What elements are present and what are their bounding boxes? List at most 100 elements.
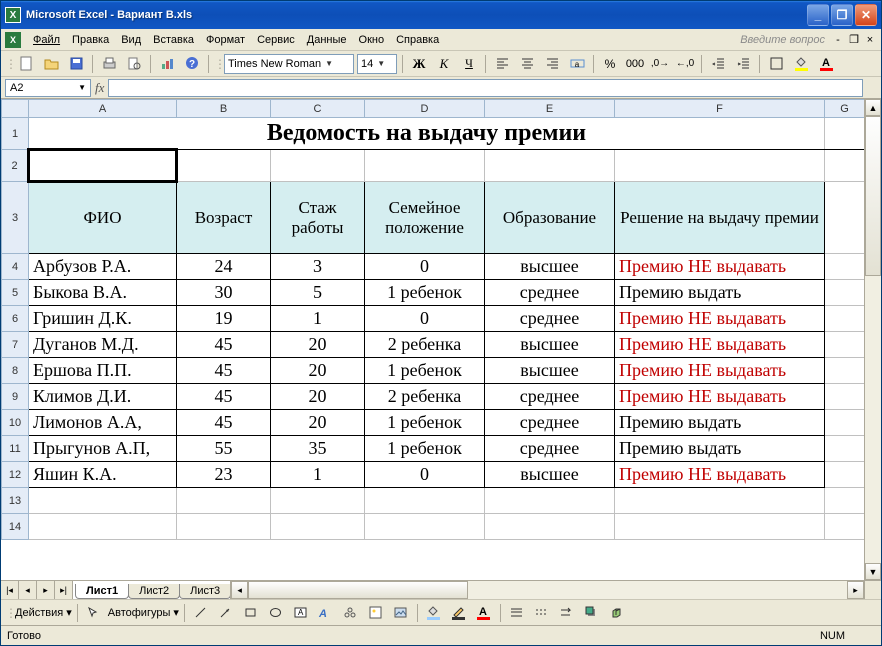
scroll-thumb[interactable] xyxy=(248,581,468,599)
cell-family[interactable]: 1 ребенок xyxy=(365,410,485,436)
cell-tenure[interactable]: 20 xyxy=(271,410,365,436)
new-button[interactable] xyxy=(15,53,37,75)
titlebar[interactable]: X Microsoft Excel - Вариант B.xls _ ❐ ✕ xyxy=(1,1,881,29)
arrow-style-button[interactable] xyxy=(556,602,578,624)
cell-age[interactable]: 24 xyxy=(177,254,271,280)
col-header[interactable]: A xyxy=(29,100,177,118)
row-header[interactable]: 10 xyxy=(2,410,29,436)
merge-center-button[interactable]: a xyxy=(566,53,588,75)
cell-fio[interactable]: Дуганов М.Д. xyxy=(29,332,177,358)
cell-decision[interactable]: Премию НЕ выдавать xyxy=(615,254,825,280)
cell-age[interactable]: 23 xyxy=(177,462,271,488)
cell-fio[interactable]: Климов Д.И. xyxy=(29,384,177,410)
3d-button[interactable] xyxy=(606,602,628,624)
row-header[interactable]: 7 xyxy=(2,332,29,358)
vertical-scrollbar[interactable]: ▲ ▼ xyxy=(864,99,881,580)
row-header[interactable]: 5 xyxy=(2,280,29,306)
decrease-indent-button[interactable] xyxy=(707,53,729,75)
row-header[interactable]: 6 xyxy=(2,306,29,332)
select-objects-button[interactable] xyxy=(83,602,105,624)
row-header[interactable]: 9 xyxy=(2,384,29,410)
print-button[interactable] xyxy=(98,53,120,75)
col-header[interactable]: B xyxy=(177,100,271,118)
align-right-button[interactable] xyxy=(541,53,563,75)
diagram-button[interactable] xyxy=(340,602,362,624)
header-fio[interactable]: ФИО xyxy=(29,182,177,254)
spreadsheet-grid[interactable]: A B C D E F G 1 Ведомость на выдачу прем… xyxy=(1,99,864,540)
fx-icon[interactable]: fx xyxy=(95,80,104,96)
align-center-button[interactable] xyxy=(516,53,538,75)
increase-decimal-button[interactable]: ,0→ xyxy=(649,53,671,75)
maximize-button[interactable]: ❐ xyxy=(831,4,853,26)
chart-button[interactable] xyxy=(156,53,178,75)
col-header[interactable]: C xyxy=(271,100,365,118)
row-header[interactable]: 4 xyxy=(2,254,29,280)
sheet-tab-1[interactable]: Лист1 xyxy=(75,584,129,599)
row-header[interactable]: 3 xyxy=(2,182,29,254)
cell-age[interactable]: 55 xyxy=(177,436,271,462)
scroll-left-button[interactable]: ◂ xyxy=(231,581,248,599)
cell-family[interactable]: 0 xyxy=(365,254,485,280)
font-size-combo[interactable]: 14▼ xyxy=(357,54,397,74)
cell-decision[interactable]: Премию НЕ выдавать xyxy=(615,332,825,358)
cell-age[interactable]: 45 xyxy=(177,358,271,384)
font-color-button[interactable]: A xyxy=(473,602,495,624)
cell-fio[interactable]: Лимонов А.А, xyxy=(29,410,177,436)
sheet-title-cell[interactable]: Ведомость на выдачу премии xyxy=(29,118,825,150)
open-button[interactable] xyxy=(40,53,62,75)
cell-decision[interactable]: Премию НЕ выдавать xyxy=(615,358,825,384)
wordart-button[interactable]: A xyxy=(315,602,337,624)
menu-tools[interactable]: Сервис xyxy=(251,32,301,48)
menu-edit[interactable]: Правка xyxy=(66,32,115,48)
col-header[interactable]: F xyxy=(615,100,825,118)
fill-color-button[interactable] xyxy=(790,53,812,75)
tab-nav-prev[interactable]: ◂ xyxy=(19,581,37,599)
close-button[interactable]: ✕ xyxy=(855,4,877,26)
line-button[interactable] xyxy=(190,602,212,624)
cell-fio[interactable]: Быкова В.А. xyxy=(29,280,177,306)
horizontal-scrollbar[interactable]: ◂ ▸ xyxy=(230,581,864,599)
picture-button[interactable] xyxy=(390,602,412,624)
menu-data[interactable]: Данные xyxy=(301,32,353,48)
menu-window[interactable]: Окно xyxy=(353,32,391,48)
align-left-button[interactable] xyxy=(491,53,513,75)
sheet-tab-2[interactable]: Лист2 xyxy=(128,584,180,599)
oval-button[interactable] xyxy=(265,602,287,624)
toolbar-grip[interactable]: ⋮ xyxy=(214,57,221,71)
tab-nav-next[interactable]: ▸ xyxy=(37,581,55,599)
bold-button[interactable]: Ж xyxy=(408,53,430,75)
help-button[interactable]: ? xyxy=(181,53,203,75)
row-header[interactable]: 8 xyxy=(2,358,29,384)
menu-file[interactable]: Файл xyxy=(27,32,66,48)
cell-age[interactable]: 45 xyxy=(177,384,271,410)
row-header[interactable]: 11 xyxy=(2,436,29,462)
cell-tenure[interactable]: 5 xyxy=(271,280,365,306)
tab-nav-last[interactable]: ▸| xyxy=(55,581,73,599)
row-header[interactable]: 14 xyxy=(2,514,29,540)
toolbar-grip[interactable]: ⋮ xyxy=(5,606,12,620)
sheet-tab-3[interactable]: Лист3 xyxy=(179,584,231,599)
textbox-button[interactable]: A xyxy=(290,602,312,624)
cell-tenure[interactable]: 3 xyxy=(271,254,365,280)
col-header[interactable]: G xyxy=(825,100,865,118)
underline-button[interactable]: Ч xyxy=(458,53,480,75)
cell-family[interactable]: 0 xyxy=(365,462,485,488)
menu-insert[interactable]: Вставка xyxy=(147,32,200,48)
minimize-button[interactable]: _ xyxy=(807,4,829,26)
save-button[interactable] xyxy=(65,53,87,75)
cell-edu[interactable]: среднее xyxy=(485,410,615,436)
mdi-restore-button[interactable]: ❐ xyxy=(847,33,861,47)
cell-edu[interactable]: среднее xyxy=(485,436,615,462)
cell-fio[interactable]: Прыгунов А.П, xyxy=(29,436,177,462)
cell-decision[interactable]: Премию выдать xyxy=(615,280,825,306)
cell-edu[interactable]: высшее xyxy=(485,332,615,358)
row-header[interactable]: 2 xyxy=(2,150,29,182)
cell-edu[interactable]: высшее xyxy=(485,358,615,384)
italic-button[interactable]: К xyxy=(433,53,455,75)
workbook-icon[interactable]: X xyxy=(5,32,21,48)
cell-age[interactable]: 30 xyxy=(177,280,271,306)
name-box[interactable]: A2▼ xyxy=(5,79,91,97)
menu-view[interactable]: Вид xyxy=(115,32,147,48)
select-all-corner[interactable] xyxy=(2,100,29,118)
cell-tenure[interactable]: 35 xyxy=(271,436,365,462)
